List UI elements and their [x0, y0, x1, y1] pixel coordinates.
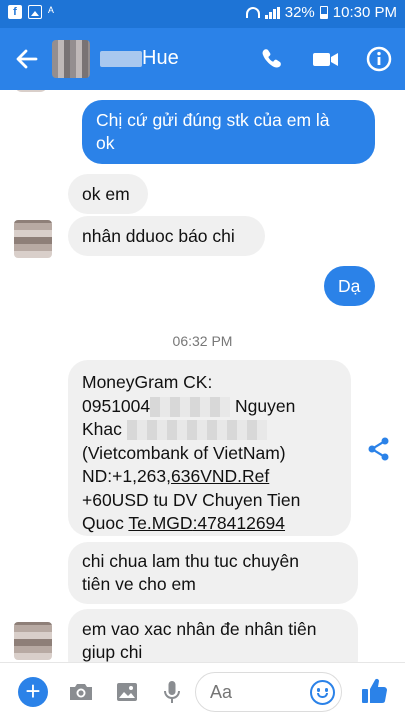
- message-text: ND:+1,263,: [82, 466, 172, 486]
- message-bubble-outgoing[interactable]: Dạ: [324, 266, 375, 306]
- message-thread[interactable]: Chị cứ gửi đúng stk của em là ok ok em n…: [0, 90, 405, 662]
- wifi-icon: [245, 7, 260, 18]
- avatar: [14, 90, 48, 92]
- timestamp: 06:32 PM: [172, 333, 233, 349]
- contact-name[interactable]: Hue: [142, 47, 179, 70]
- phone-icon[interactable]: [254, 42, 288, 76]
- emoji-icon[interactable]: [310, 680, 335, 705]
- message-text: Khac: [82, 419, 122, 439]
- battery-icon: [319, 6, 328, 19]
- name-redaction: [100, 51, 142, 67]
- gallery-icon: [28, 5, 42, 19]
- message-text: (Vietcombank of VietNam): [82, 442, 286, 463]
- message-text: Dạ: [338, 276, 361, 296]
- plus-icon[interactable]: +: [18, 677, 48, 707]
- battery-percent: 32%: [284, 4, 315, 21]
- avatar: [14, 622, 52, 660]
- message-text: tiên ve cho em: [82, 574, 196, 594]
- message-link[interactable]: :478412694: [193, 513, 285, 533]
- message-bubble-incoming[interactable]: chi chua lam thu tuc chuyên tiên ve cho …: [68, 542, 358, 604]
- message-text: Nguyen: [235, 395, 296, 416]
- message-text: chi chua lam thu tuc chuyên: [82, 551, 299, 571]
- signal-icon: [264, 6, 280, 19]
- message-line: ND:+1,263,636VND.Ref: [82, 465, 337, 489]
- clock: 10:30 PM: [332, 4, 397, 21]
- message-bubble-outgoing[interactable]: Chị cứ gửi đúng stk của em là ok: [82, 100, 375, 164]
- message-text: 0951004: [82, 395, 151, 416]
- avatar: [14, 220, 52, 258]
- font-icon: ᴬ: [48, 4, 54, 19]
- share-icon[interactable]: [366, 436, 392, 462]
- message-text: +60USD tu DV Chuyen Tien: [82, 489, 301, 510]
- back-arrow-icon[interactable]: [10, 42, 44, 76]
- message-input-box[interactable]: [195, 672, 342, 712]
- facebook-icon: f: [8, 5, 22, 19]
- composer-bar: +: [0, 662, 405, 720]
- info-icon[interactable]: [362, 42, 396, 76]
- message-text: Chị cứ gửi đúng stk của em là: [96, 110, 330, 130]
- message-text: ok em: [82, 184, 130, 204]
- video-icon[interactable]: [308, 42, 342, 76]
- message-text: MoneyGram CK:: [82, 372, 213, 392]
- message-text: nhân dduoc báo chi: [82, 226, 235, 246]
- message-line: 0951004 Nguyen: [82, 395, 337, 419]
- message-input[interactable]: [210, 682, 300, 703]
- message-line: Quoc Te.MGD:478412694: [82, 512, 337, 536]
- message-bubble-incoming[interactable]: nhân dduoc báo chi: [68, 216, 265, 256]
- message-text: em vao xac nhân đe nhân tiên: [82, 619, 317, 639]
- message-text: giup chi: [82, 642, 143, 662]
- conversation-header: Hue: [0, 28, 405, 90]
- status-bar: f ᴬ 32% 10:30 PM: [0, 0, 405, 28]
- message-link[interactable]: 636VND.Ref: [171, 466, 269, 486]
- message-bubble-moneygram[interactable]: MoneyGram CK: 0951004 Nguyen Khac (Vietc…: [68, 360, 351, 536]
- message-text: ok: [96, 133, 115, 153]
- image-icon[interactable]: [112, 677, 142, 707]
- thumbs-up-icon[interactable]: [359, 675, 389, 705]
- notification-icons: f ᴬ: [8, 5, 62, 19]
- message-bubble-incoming[interactable]: ok em: [68, 174, 148, 214]
- camera-icon[interactable]: [66, 677, 96, 707]
- contact-avatar[interactable]: [52, 40, 90, 78]
- redaction-block: [150, 396, 231, 417]
- redaction-block: [126, 420, 267, 441]
- mic-icon[interactable]: [157, 677, 187, 707]
- message-text: Quoc: [82, 513, 129, 533]
- message-bubble-incoming[interactable]: em vao xac nhân đe nhân tiên giup chi: [68, 609, 358, 662]
- message-line: Khac: [82, 418, 337, 442]
- message-link[interactable]: Te.MGD: [128, 513, 192, 533]
